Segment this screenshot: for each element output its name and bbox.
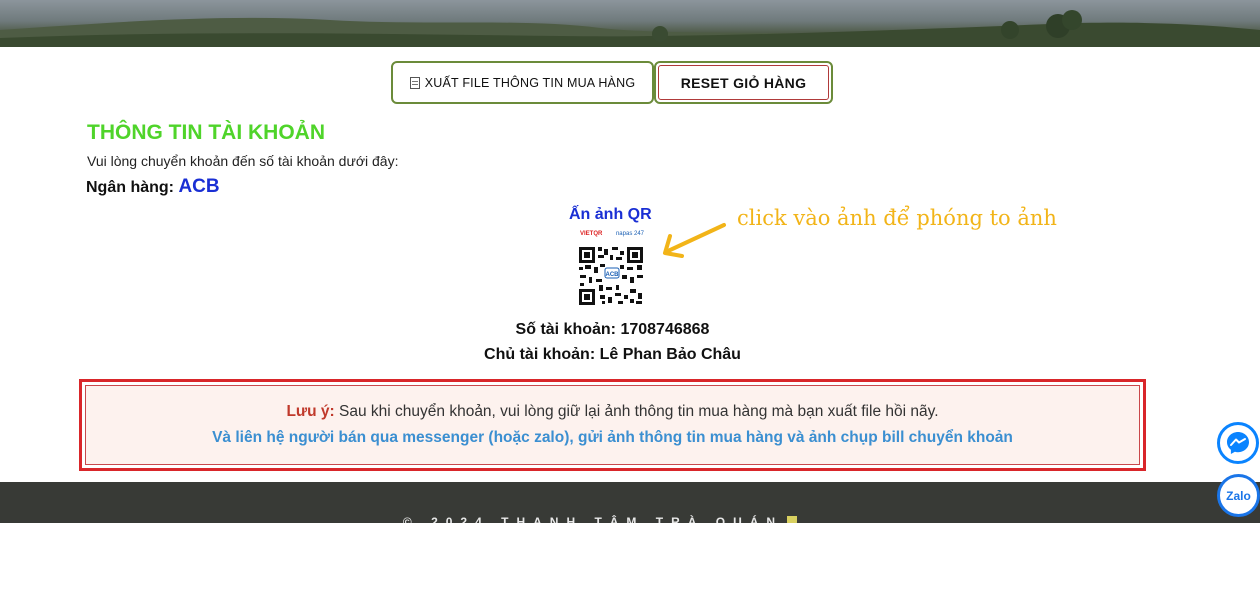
qr-title: Ấn ảnh QR (569, 206, 652, 223)
cart-actions: XUẤT FILE THÔNG TIN MUA HÀNG RESET GIỎ H… (391, 61, 833, 104)
footer-copyright-text: © 2024 THANH TÂM TRÀ QUÁN (402, 515, 784, 523)
note-label: Lưu ý: (286, 403, 335, 420)
reset-cart-button[interactable]: RESET GIỎ HÀNG (654, 61, 833, 104)
messenger-icon (1227, 432, 1249, 454)
account-owner: Chủ tài khoản: Lê Phan Bảo Châu (484, 346, 741, 363)
qr-code-graphic: ACB (578, 245, 644, 307)
note-box: Lưu ý: Sau khi chuyển khoản, vui lòng gi… (79, 379, 1146, 471)
document-icon (409, 76, 420, 89)
qr-code-image[interactable]: VIETQR napas 247 ACB (574, 231, 650, 311)
reset-button-label: RESET GIỎ HÀNG (658, 65, 829, 100)
account-number: Số tài khoản: 1708746868 (515, 321, 710, 338)
zalo-label: Zalo (1226, 488, 1251, 503)
bank-name: ACB (178, 176, 220, 197)
account-info-title: THÔNG TIN TÀI KHOẢN (87, 121, 325, 144)
note-line-2: Và liên hệ người bán qua messenger (hoặc… (212, 429, 1013, 446)
tea-cup-icon (787, 516, 798, 523)
export-purchase-info-button[interactable]: XUẤT FILE THÔNG TIN MUA HÀNG (391, 61, 654, 104)
transfer-instruction: Vui lòng chuyển khoản đến số tài khoản d… (87, 153, 399, 169)
footer: © 2024 THANH TÂM TRÀ QUÁN (0, 482, 1260, 523)
note-line-1: Lưu ý: Sau khi chuyển khoản, vui lòng gi… (86, 403, 1139, 421)
bank-line: Ngân hàng: ACB (86, 176, 220, 198)
export-button-label: XUẤT FILE THÔNG TIN MUA HÀNG (424, 75, 636, 90)
qr-center-label: ACB (606, 272, 620, 278)
bank-label: Ngân hàng: (86, 179, 174, 196)
zalo-button[interactable]: Zalo (1217, 474, 1260, 517)
arrow-icon (663, 223, 726, 258)
header-banner-image (0, 0, 1260, 47)
footer-copyright: © 2024 THANH TÂM TRÀ QUÁN (0, 515, 1200, 523)
note-content: Lưu ý: Sau khi chuyển khoản, vui lòng gi… (85, 385, 1140, 465)
zoom-hint: click vào ảnh để phóng to ảnh (737, 206, 1057, 230)
note-text-1: Sau khi chuyển khoản, vui lòng giữ lại ả… (339, 403, 939, 420)
messenger-button[interactable] (1217, 422, 1259, 464)
